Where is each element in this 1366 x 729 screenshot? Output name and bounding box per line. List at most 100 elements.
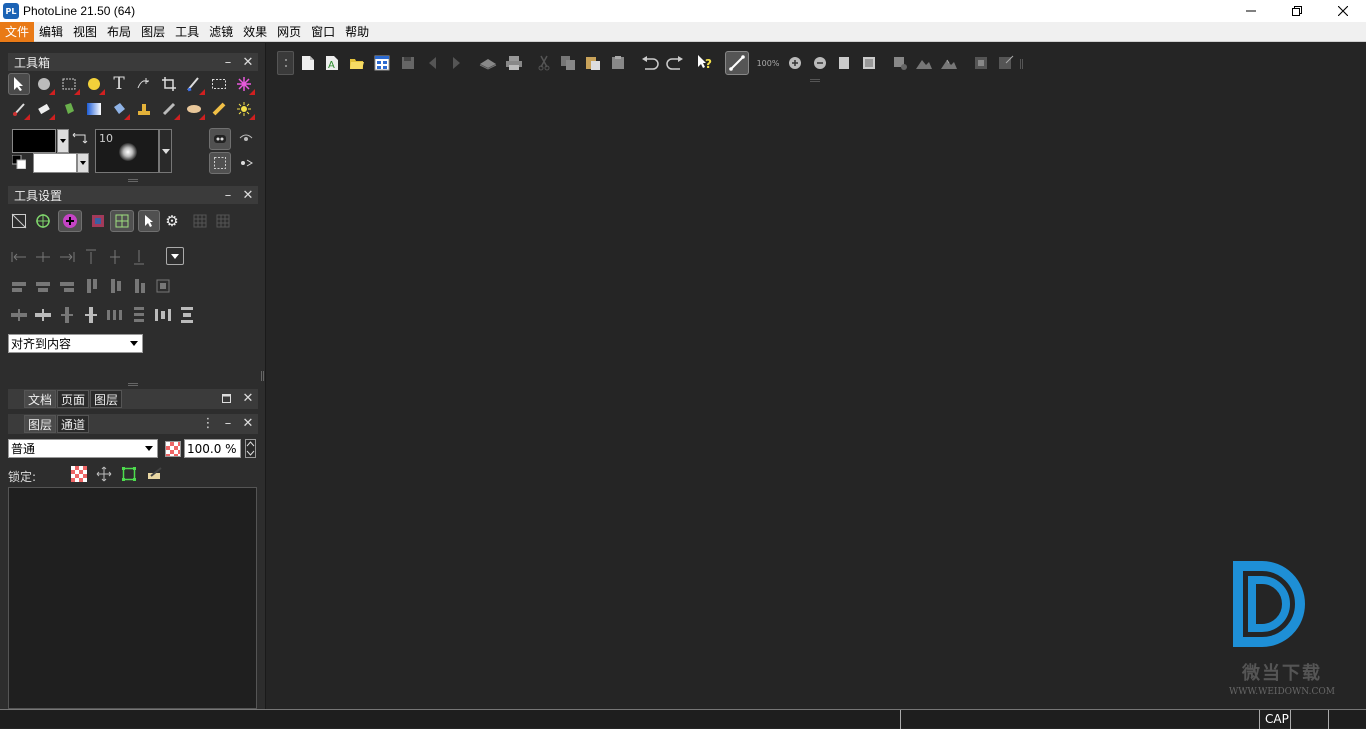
- opacity-input[interactable]: 100.0 %: [184, 439, 241, 458]
- lock-position-icon[interactable]: [94, 464, 114, 484]
- menu-edit[interactable]: 编辑: [34, 22, 68, 42]
- pointer-tool[interactable]: [8, 73, 30, 95]
- menu-filter[interactable]: 滤镜: [204, 22, 238, 42]
- align-top-center-icon[interactable]: [33, 276, 53, 296]
- more-options-icon[interactable]: ⋮: [202, 416, 215, 431]
- align-right-edge-icon[interactable]: [57, 247, 77, 267]
- close-button[interactable]: [1320, 0, 1366, 22]
- toolbox-splitter[interactable]: [128, 179, 138, 182]
- menu-view[interactable]: 视图: [68, 22, 102, 42]
- distribute-right-icon[interactable]: [57, 305, 77, 325]
- new-text-document-icon[interactable]: A: [322, 53, 342, 73]
- dodge-tool[interactable]: [208, 98, 230, 120]
- close-panel-icon[interactable]: ✕: [242, 391, 254, 406]
- brush-dropdown[interactable]: [159, 129, 172, 173]
- tab-pages[interactable]: 页面: [57, 390, 90, 408]
- background-color-dropdown[interactable]: [77, 153, 89, 173]
- menu-help[interactable]: 帮助: [340, 22, 374, 42]
- menu-tools[interactable]: 工具: [170, 22, 204, 42]
- space-horizontal-icon[interactable]: [105, 305, 125, 325]
- retouch-tool[interactable]: [183, 98, 205, 120]
- align-hcenter-icon[interactable]: [33, 247, 53, 267]
- rotate-icon[interactable]: [890, 53, 910, 73]
- toolbar-splitter[interactable]: [810, 79, 820, 82]
- previous-document-icon[interactable]: [422, 53, 442, 73]
- stamp-tool[interactable]: [133, 98, 155, 120]
- lock-paint-icon[interactable]: [145, 464, 165, 484]
- foreground-color-swatch[interactable]: [12, 129, 56, 153]
- next-document-icon[interactable]: [447, 53, 467, 73]
- pointer-mode-icon[interactable]: [138, 210, 160, 232]
- copy-icon[interactable]: [558, 53, 578, 73]
- space-vertical-icon[interactable]: [129, 305, 149, 325]
- distribute-hcenter-icon[interactable]: [33, 305, 53, 325]
- maximize-panel-icon[interactable]: [220, 391, 232, 405]
- browser-icon[interactable]: [372, 53, 392, 73]
- close-panel-icon[interactable]: ✕: [242, 188, 254, 203]
- magic-wand-tool[interactable]: [233, 73, 255, 95]
- align-left-middle-icon[interactable]: [105, 276, 125, 296]
- fit-page-icon[interactable]: [834, 53, 854, 73]
- magnifier-tool[interactable]: [33, 73, 55, 95]
- select-all-icon[interactable]: [9, 211, 29, 231]
- blend-mode-select[interactable]: 普通: [8, 439, 158, 458]
- add-point-icon[interactable]: [58, 210, 82, 232]
- export-icon[interactable]: [996, 53, 1016, 73]
- crop-tool[interactable]: [158, 73, 180, 95]
- path-tool[interactable]: [133, 73, 155, 95]
- minimize-panel-icon[interactable]: –: [222, 188, 234, 203]
- text-tool[interactable]: T: [108, 73, 130, 95]
- save-icon[interactable]: [398, 53, 418, 73]
- equal-width-icon[interactable]: [153, 305, 173, 325]
- undo-icon[interactable]: [640, 53, 660, 73]
- toolbar-handle[interactable]: [277, 51, 294, 75]
- grid-options-icon[interactable]: [190, 211, 210, 231]
- align-top-right-icon[interactable]: [57, 276, 77, 296]
- grid-add-icon[interactable]: [213, 211, 233, 231]
- menu-effects[interactable]: 效果: [238, 22, 272, 42]
- mask-mode-icon[interactable]: [209, 128, 231, 150]
- align-options-dropdown[interactable]: [166, 247, 184, 265]
- align-left-bottom-icon[interactable]: [129, 276, 149, 296]
- default-colors-icon[interactable]: [11, 154, 27, 170]
- text-box-tool[interactable]: [58, 73, 80, 95]
- opacity-stepper[interactable]: [245, 439, 256, 458]
- lock-transparency-icon[interactable]: [71, 466, 87, 482]
- align-left-top-icon[interactable]: [81, 276, 101, 296]
- align-bottom-edge-icon[interactable]: [129, 247, 149, 267]
- grid-snap-icon[interactable]: [110, 210, 134, 232]
- distribute-left-icon[interactable]: [9, 305, 29, 325]
- zoom-100-button[interactable]: 100%: [756, 53, 780, 73]
- align-center-box-icon[interactable]: [153, 276, 173, 296]
- minimize-button[interactable]: [1228, 0, 1274, 22]
- tab-document[interactable]: 文档: [24, 390, 57, 408]
- tab-layers[interactable]: 图层: [24, 415, 57, 433]
- tab-layers-overview[interactable]: 图层: [90, 390, 123, 408]
- align-left-edge-icon[interactable]: [9, 247, 29, 267]
- fit-width-icon[interactable]: [859, 53, 879, 73]
- crop-frame-icon[interactable]: [971, 53, 991, 73]
- zoom-out-icon[interactable]: [810, 53, 830, 73]
- redo-icon[interactable]: [665, 53, 685, 73]
- align-top-left-icon[interactable]: [9, 276, 29, 296]
- minimize-panel-icon[interactable]: –: [222, 416, 234, 431]
- light-tool[interactable]: [233, 98, 255, 120]
- menu-web[interactable]: 网页: [272, 22, 306, 42]
- layers-list[interactable]: [8, 487, 257, 709]
- equal-height-icon[interactable]: [177, 305, 197, 325]
- menu-layer[interactable]: 图层: [136, 22, 170, 42]
- brush-preview[interactable]: 10: [95, 129, 159, 173]
- minimize-panel-icon[interactable]: –: [222, 55, 234, 70]
- canvas-area[interactable]: A ? 100% 微当下载 WWW.WEIDOWN.COM: [267, 43, 1366, 709]
- scan-icon[interactable]: [478, 53, 498, 73]
- paste-icon[interactable]: [583, 53, 603, 73]
- zoom-in-icon[interactable]: [785, 53, 805, 73]
- selection-toggle-icon[interactable]: [236, 153, 256, 173]
- settings-splitter[interactable]: [128, 383, 138, 386]
- gradient-tool[interactable]: [83, 98, 105, 120]
- swap-colors-icon[interactable]: [71, 132, 89, 145]
- align-top-edge-icon[interactable]: [81, 247, 101, 267]
- shape-tool[interactable]: [83, 73, 105, 95]
- snap-line-icon[interactable]: [725, 51, 749, 75]
- restore-button[interactable]: [1274, 0, 1320, 22]
